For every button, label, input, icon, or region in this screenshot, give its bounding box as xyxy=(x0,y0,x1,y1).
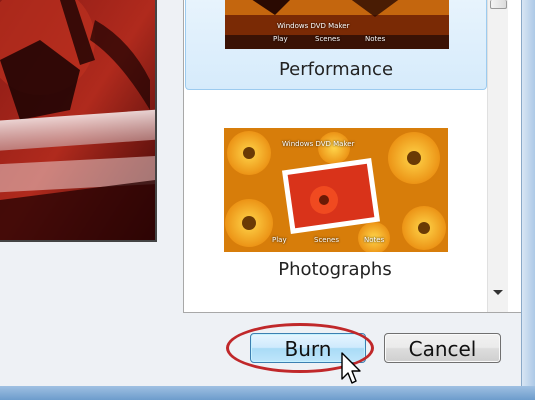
performance-thumb-menu-notes: Notes xyxy=(365,35,386,43)
style-item-photographs[interactable]: Windows DVD Maker Play Scenes Notes Phot… xyxy=(185,126,485,286)
preview-image xyxy=(0,0,155,240)
style-label-performance: Performance xyxy=(278,59,394,80)
pointer-cursor-icon xyxy=(341,352,361,384)
style-label-photographs: Photographs xyxy=(278,259,392,280)
menu-style-preview xyxy=(0,0,157,242)
dvd-maker-dialog: Windows DVD Maker Play Scenes Notes Perf… xyxy=(0,0,535,400)
scroll-down-arrow-icon[interactable] xyxy=(493,290,503,295)
styles-scrollbar[interactable] xyxy=(487,0,508,312)
performance-thumb-menu-scenes: Scenes xyxy=(315,35,340,43)
performance-thumb-menu-play: Play xyxy=(273,35,288,43)
photographs-thumb-title: Windows DVD Maker xyxy=(282,140,355,148)
window-frame-right xyxy=(521,0,535,386)
scrollbar-thumb[interactable] xyxy=(490,0,507,9)
menu-styles-list: Windows DVD Maker Play Scenes Notes Perf… xyxy=(183,0,522,313)
cancel-button[interactable]: Cancel xyxy=(384,333,501,363)
photographs-thumb-menu-play: Play xyxy=(272,236,287,244)
photographs-thumbnail: Windows DVD Maker Play Scenes Notes xyxy=(224,128,448,252)
window-frame-bottom xyxy=(0,386,535,400)
photographs-thumb-menu-notes: Notes xyxy=(364,236,385,244)
performance-thumb-title: Windows DVD Maker xyxy=(277,22,350,30)
style-item-performance[interactable]: Windows DVD Maker Play Scenes Notes Perf… xyxy=(185,0,487,90)
performance-thumbnail: Windows DVD Maker Play Scenes Notes xyxy=(225,0,449,49)
photographs-thumb-menu-scenes: Scenes xyxy=(314,236,339,244)
